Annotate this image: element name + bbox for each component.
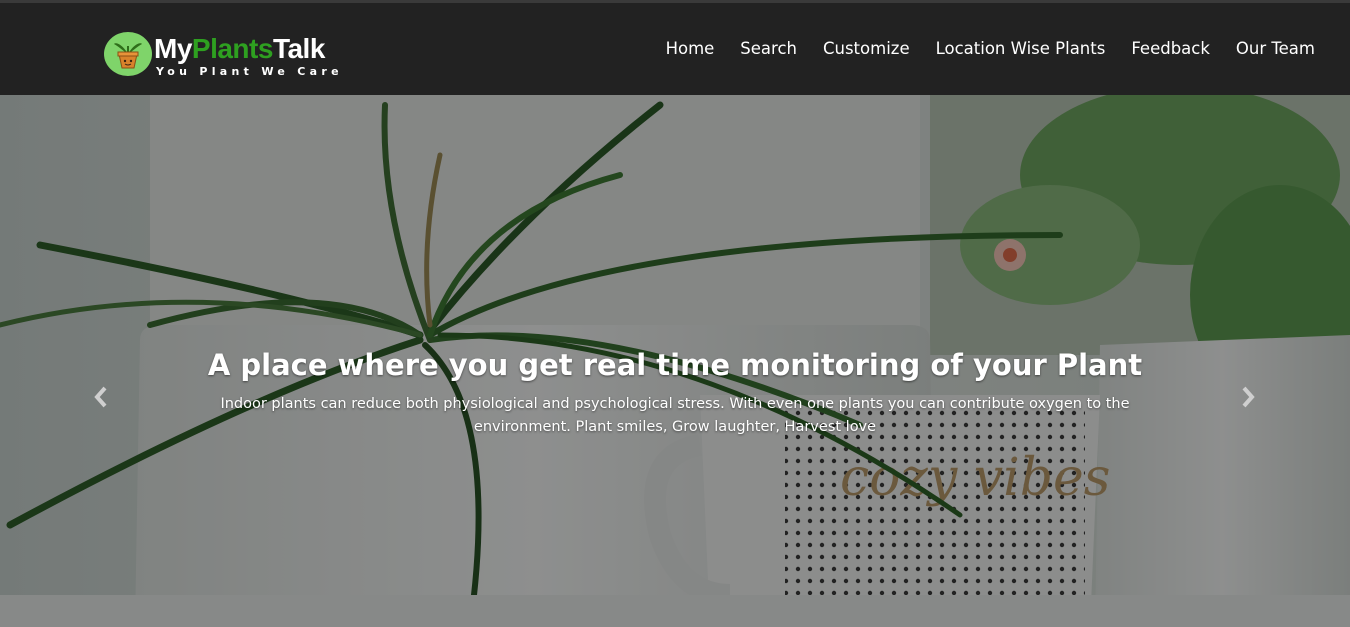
brand-tagline: You Plant We Care xyxy=(156,65,343,78)
nav-item-home[interactable]: Home xyxy=(666,38,715,60)
brand-name-my: My xyxy=(154,33,192,64)
brand-logo-link[interactable]: MyPlantsTalk You Plant We Care xyxy=(104,32,354,80)
page: MyPlantsTalk You Plant We Care Home Sear… xyxy=(0,0,1350,627)
potted-plant-icon xyxy=(104,32,152,76)
hero-caption: A place where you get real time monitori… xyxy=(200,345,1150,439)
brand-name: MyPlantsTalk xyxy=(154,32,325,66)
brand-name-talk: Talk xyxy=(272,33,325,64)
main-nav: Home Search Customize Location Wise Plan… xyxy=(640,38,1315,60)
nav-item-feedback[interactable]: Feedback xyxy=(1131,38,1210,60)
nav-item-customize[interactable]: Customize xyxy=(823,38,910,60)
nav-item-location-wise-plants[interactable]: Location Wise Plants xyxy=(936,38,1106,60)
nav-item-our-team[interactable]: Our Team xyxy=(1236,38,1315,60)
hero-heading: A place where you get real time monitori… xyxy=(207,348,1143,382)
chevron-left-icon xyxy=(94,386,107,408)
brand-name-plants: Plants xyxy=(191,33,274,64)
hero-carousel: cozy vibes A place where you get real ti… xyxy=(0,95,1350,627)
carousel-prev-button[interactable] xyxy=(86,382,116,412)
hero-description: Indoor plants can reduce both physiologi… xyxy=(220,396,1130,435)
nav-item-search[interactable]: Search xyxy=(740,38,797,60)
chevron-right-icon xyxy=(1242,386,1255,408)
navbar: MyPlantsTalk You Plant We Care Home Sear… xyxy=(0,3,1350,95)
carousel-next-button[interactable] xyxy=(1233,382,1263,412)
